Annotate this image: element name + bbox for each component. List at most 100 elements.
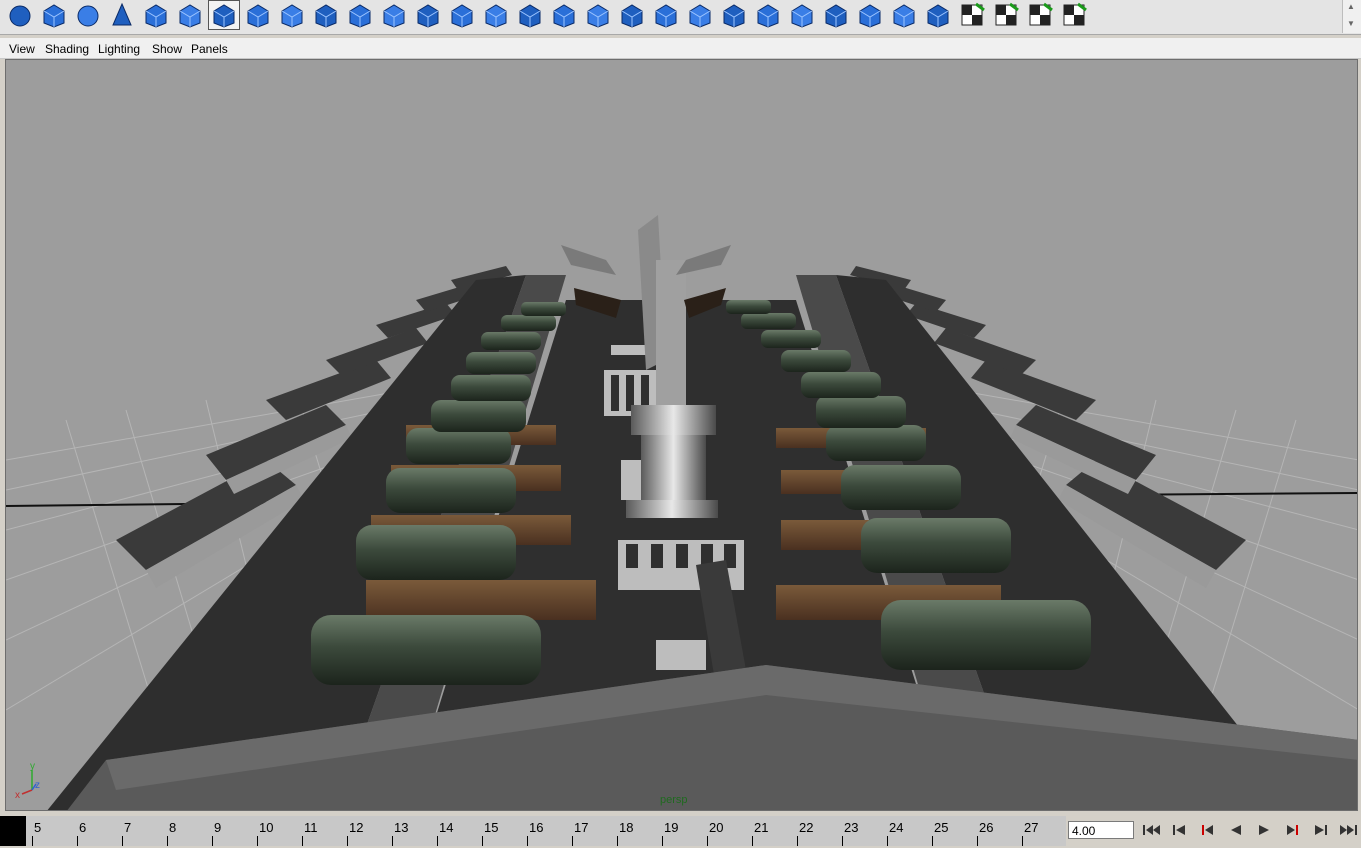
menu-view[interactable]: View (9, 42, 35, 56)
duplicate-face-tool-button[interactable] (820, 0, 852, 30)
camera-name-label: persp (660, 794, 688, 806)
fill-hole-icon (485, 4, 507, 28)
step-back-key-icon (1172, 825, 1185, 835)
time-tick-label: 22 (799, 820, 814, 835)
uv-spherical-tool-button[interactable] (990, 0, 1022, 30)
time-tick-mark (482, 836, 483, 846)
panel-menu-bar: View Shading Lighting Show Panels (0, 38, 1361, 59)
poly-torus-tool-button[interactable] (174, 0, 206, 30)
separate-tool-button[interactable] (310, 0, 342, 30)
time-ruler[interactable]: 5 6 7 8 9 10 11 12 13 14 15 16 17 18 19 20 21 22 23 24 25 26 2… (26, 816, 1066, 846)
menu-panels[interactable]: Panels (191, 42, 228, 56)
play-forwards-button[interactable] (1250, 817, 1277, 843)
scene-render[interactable] (6, 60, 1358, 811)
poke-tool-button[interactable] (786, 0, 818, 30)
smooth-tool-button[interactable] (378, 0, 410, 30)
poly-prism-tool-button[interactable] (208, 0, 240, 30)
extract-icon (349, 4, 371, 28)
time-tick-label: 14 (439, 820, 454, 835)
boolean-icon (417, 4, 439, 28)
step-forward-frame-icon (1286, 825, 1298, 835)
wedge-tool-button[interactable] (684, 0, 716, 30)
axis-x-label: x (15, 790, 20, 800)
menu-shading[interactable]: Shading (45, 42, 89, 56)
time-tick-mark (977, 836, 978, 846)
time-tick-label: 24 (889, 820, 904, 835)
scroll-down-icon[interactable]: ▼ (1347, 19, 1355, 28)
time-tick-mark (572, 836, 573, 846)
merge-tool-button[interactable] (752, 0, 784, 30)
step-forward-key-icon (1314, 825, 1327, 835)
fill-hole-tool-button[interactable] (480, 0, 512, 30)
poly-plane-icon (145, 4, 167, 28)
time-tick-mark (302, 836, 303, 846)
split-polygon-tool-button[interactable] (548, 0, 580, 30)
extract-tool-button[interactable] (344, 0, 376, 30)
step-forward-key-button[interactable] (1306, 817, 1333, 843)
go-to-start-icon (1142, 825, 1160, 835)
axis-y-label: y (30, 761, 35, 772)
smooth-icon (383, 4, 405, 28)
time-tick-mark (392, 836, 393, 846)
time-tick-label: 8 (169, 820, 177, 835)
collapse-tool-button[interactable] (854, 0, 886, 30)
soften-edge-tool-button[interactable] (888, 0, 920, 30)
append-polygon-tool-button[interactable] (514, 0, 546, 30)
uv-editor-icon (1063, 2, 1087, 26)
combine-tool-button[interactable] (276, 0, 308, 30)
uv-automatic-tool-button[interactable] (1024, 0, 1056, 30)
poke-icon (791, 4, 813, 28)
poly-cube-tool-button[interactable] (38, 0, 70, 30)
uv-cylindrical-icon (961, 2, 985, 26)
time-tick-label: 17 (574, 820, 589, 835)
poly-cylinder-icon (77, 5, 99, 27)
go-to-start-button[interactable] (1138, 817, 1165, 843)
time-tick-label: 13 (394, 820, 409, 835)
time-tick-label: 15 (484, 820, 499, 835)
poly-sphere-tool-button[interactable] (4, 0, 36, 30)
bridge-tool-button[interactable] (650, 0, 682, 30)
menu-show[interactable]: Show (152, 42, 182, 56)
time-tick-label: 16 (529, 820, 544, 835)
time-tick-mark (527, 836, 528, 846)
shelf-scrollbar[interactable]: ▲ ▼ (1342, 0, 1361, 33)
go-to-end-icon (1339, 825, 1357, 835)
poly-helix-tool-button[interactable] (242, 0, 274, 30)
go-to-end-button[interactable] (1334, 817, 1361, 843)
poly-cone-icon (112, 2, 132, 26)
time-tick-label: 5 (34, 820, 42, 835)
step-back-frame-button[interactable] (1194, 817, 1221, 843)
extrude-edge-icon (621, 4, 643, 28)
step-back-key-button[interactable] (1166, 817, 1193, 843)
poly-prism-icon (213, 4, 235, 28)
reduce-icon (451, 4, 473, 28)
time-tick-label: 6 (79, 820, 87, 835)
time-tick-label: 11 (304, 820, 318, 835)
time-tick-label: 9 (214, 820, 222, 835)
time-tick-mark (32, 836, 33, 846)
poly-cylinder-tool-button[interactable] (72, 0, 104, 30)
reduce-tool-button[interactable] (446, 0, 478, 30)
poly-cone-tool-button[interactable] (106, 0, 138, 30)
extrude-face-tool-button[interactable] (582, 0, 614, 30)
uv-planar-tool-button[interactable] (922, 0, 954, 30)
menu-lighting[interactable]: Lighting (98, 42, 140, 56)
poly-sphere-icon (9, 5, 31, 27)
perspective-viewport[interactable]: y x z persp (5, 59, 1358, 811)
time-tick-label: 20 (709, 820, 724, 835)
time-tick-label: 23 (844, 820, 859, 835)
scroll-up-icon[interactable]: ▲ (1347, 2, 1355, 11)
poly-plane-tool-button[interactable] (140, 0, 172, 30)
bridge-icon (655, 4, 677, 28)
play-backwards-button[interactable] (1222, 817, 1249, 843)
uv-cylindrical-tool-button[interactable] (956, 0, 988, 30)
boolean-tool-button[interactable] (412, 0, 444, 30)
shelf-toolbar: ▲ ▼ (0, 0, 1361, 35)
bevel-tool-button[interactable] (718, 0, 750, 30)
step-forward-frame-button[interactable] (1278, 817, 1305, 843)
extrude-edge-tool-button[interactable] (616, 0, 648, 30)
time-tick-label: 7 (124, 820, 132, 835)
current-time-field[interactable]: 4.00 (1068, 821, 1134, 839)
time-tick-label: 21 (754, 820, 769, 835)
uv-editor-tool-button[interactable] (1058, 0, 1090, 30)
